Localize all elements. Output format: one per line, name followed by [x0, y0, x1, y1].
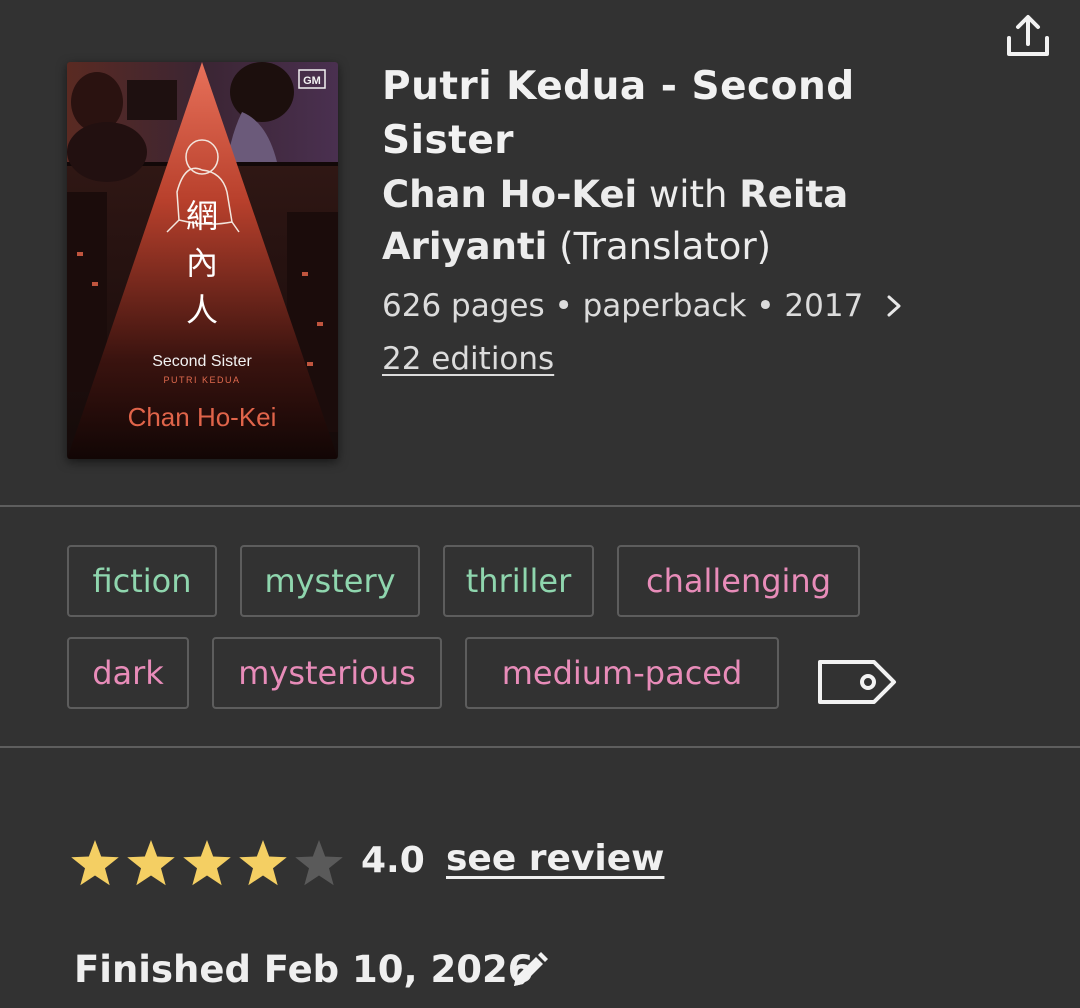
cover-chinese-char-3: 人 — [186, 291, 218, 329]
star-icon[interactable] — [239, 840, 287, 886]
book-detail-page: GM 網 內 人 Second Sister PUTRI KEDUA Chan … — [0, 0, 1080, 1008]
star-icon[interactable] — [71, 840, 119, 886]
tag-thriller[interactable]: thriller — [443, 545, 594, 617]
editions-link[interactable]: 22 editions — [382, 341, 554, 377]
book-meta-row[interactable]: 626 pages • paperback • 2017 — [382, 284, 903, 328]
section-divider-bottom — [0, 746, 1080, 748]
section-divider-top — [0, 505, 1080, 507]
author-with-label: with — [637, 173, 740, 216]
cover-chinese-char-1: 網 — [186, 197, 218, 235]
tag-mysterious[interactable]: mysterious — [212, 637, 442, 709]
tag-fiction[interactable]: fiction — [67, 545, 217, 617]
star-icon[interactable] — [183, 840, 231, 886]
author-secondary-role: (Translator) — [547, 225, 772, 268]
tag-dark[interactable]: dark — [67, 637, 189, 709]
cover-chinese-char-2: 內 — [186, 244, 218, 282]
cover-subtitle: PUTRI KEDUA — [163, 375, 240, 385]
book-title: Putri Kedua - Second Sister — [382, 64, 855, 163]
tag-icon[interactable] — [816, 656, 898, 708]
rating-value: 4.0 — [361, 840, 425, 881]
cover-english-title: Second Sister — [152, 353, 252, 370]
star-icon[interactable] — [295, 840, 343, 886]
finished-date: Finished Feb 10, 2026 — [74, 948, 534, 991]
star-icon[interactable] — [127, 840, 175, 886]
book-meta-text: 626 pages • paperback • 2017 — [382, 288, 864, 324]
book-cover-art: GM 網 內 人 Second Sister PUTRI KEDUA Chan … — [67, 62, 338, 459]
chevron-right-icon — [887, 295, 901, 317]
see-review-link[interactable]: see review — [446, 838, 664, 879]
star-rating[interactable] — [70, 838, 350, 888]
tag-medium-paced[interactable]: medium-paced — [465, 637, 779, 709]
author-primary[interactable]: Chan Ho-Kei — [382, 173, 637, 216]
tag-challenging[interactable]: challenging — [617, 545, 860, 617]
share-icon[interactable] — [1004, 14, 1052, 58]
cover-author: Chan Ho-Kei — [128, 402, 277, 432]
book-authors: Chan Ho-Kei with Reita Ariyanti (Transla… — [382, 169, 942, 273]
tag-mystery[interactable]: mystery — [240, 545, 420, 617]
pencil-icon[interactable] — [508, 950, 550, 992]
book-cover[interactable]: GM 網 內 人 Second Sister PUTRI KEDUA Chan … — [67, 62, 338, 459]
publisher-logo-text: GM — [303, 75, 321, 87]
